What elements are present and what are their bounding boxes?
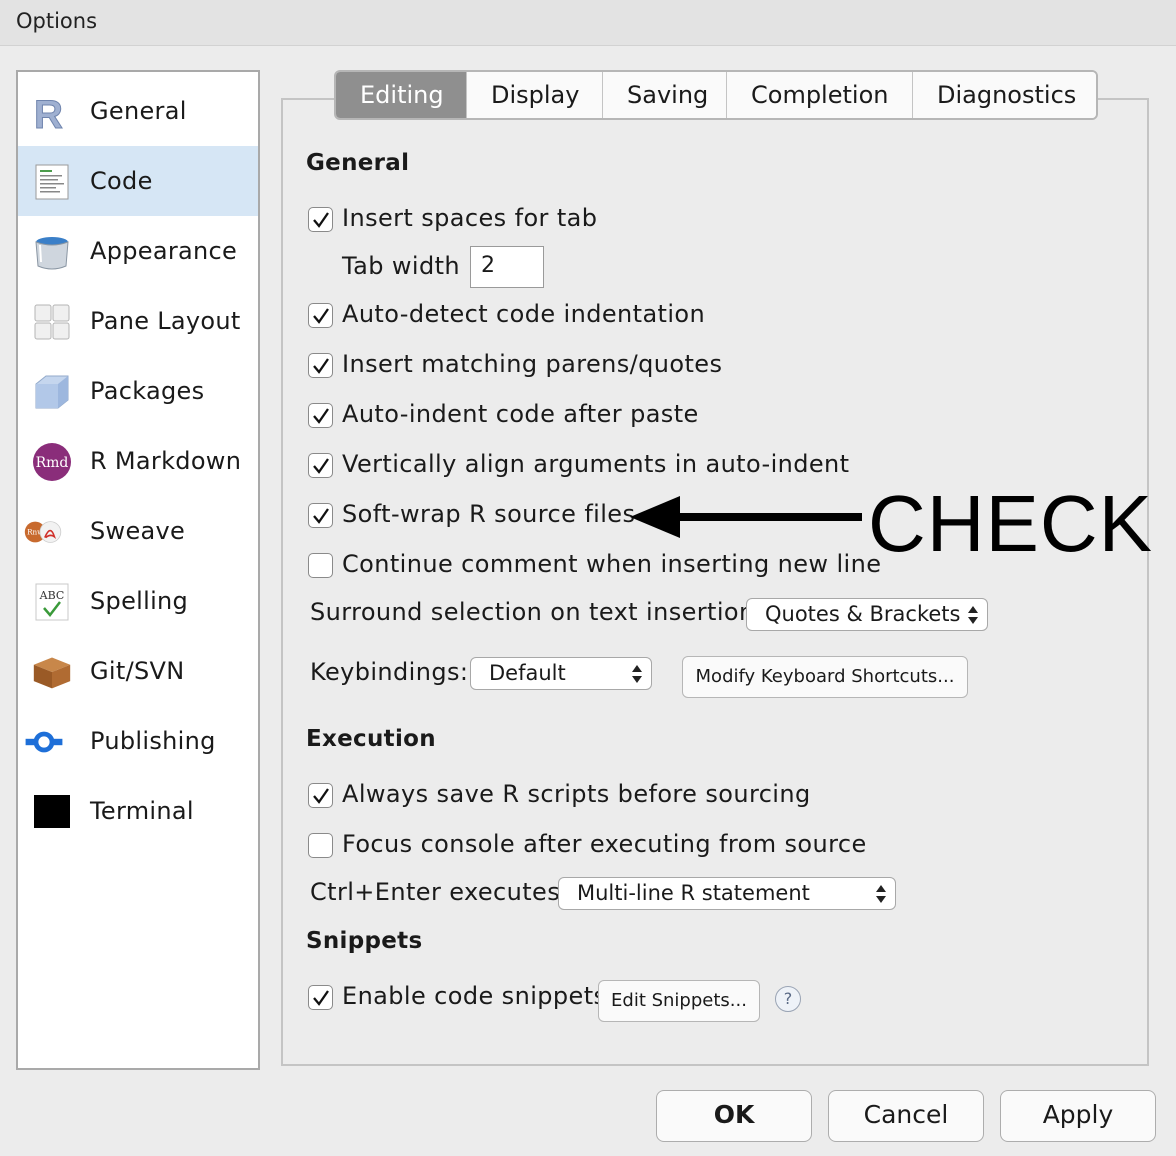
- checkmark-icon: [313, 508, 329, 524]
- settings-panel: [281, 98, 1149, 1066]
- annotation-check-text: CHECK: [868, 479, 1154, 568]
- spellcheck-icon: ABC: [35, 583, 69, 621]
- checkbox-label: Soft-wrap R source files: [342, 500, 636, 528]
- tab-completion[interactable]: Completion: [726, 72, 912, 118]
- section-heading-snippets: Snippets: [306, 928, 423, 954]
- checkbox-label: Vertically align arguments in auto-inden…: [342, 450, 850, 478]
- checkmark-icon: [313, 408, 329, 424]
- checkbox[interactable]: [308, 353, 333, 378]
- checkbox[interactable]: [308, 207, 333, 232]
- sidebar-item-appearance[interactable]: Appearance: [18, 216, 258, 286]
- checkbox-label: Continue comment when inserting new line: [342, 550, 882, 578]
- sidebar-item-terminal[interactable]: Terminal: [18, 776, 258, 846]
- checkbox-label: Enable code snippets: [342, 982, 607, 1010]
- sidebar-item-git-svn[interactable]: Git/SVN: [18, 636, 258, 706]
- r-logo-icon: R: [34, 93, 64, 133]
- modify-keyboard-shortcuts-button[interactable]: Modify Keyboard Shortcuts...: [682, 656, 968, 698]
- ok-button[interactable]: OK: [656, 1090, 812, 1142]
- svg-text:R: R: [34, 93, 63, 132]
- sidebar-item-pane-layout[interactable]: Pane Layout: [18, 286, 258, 356]
- checkbox[interactable]: [308, 833, 333, 858]
- help-icon[interactable]: ?: [775, 986, 801, 1012]
- tab-display[interactable]: Display: [466, 72, 602, 118]
- checkbox[interactable]: [308, 303, 333, 328]
- git-box-icon: [33, 657, 71, 689]
- sidebar-item-r-markdown[interactable]: Rmd R Markdown: [18, 426, 258, 496]
- sidebar-item-label: Sweave: [90, 517, 186, 545]
- checkbox-label: Auto-detect code indentation: [342, 300, 706, 328]
- section-heading-general: General: [306, 150, 410, 176]
- tab-width-label: Tab width: [342, 252, 461, 280]
- package-cube-icon: [35, 375, 69, 409]
- sidebar-item-label: Spelling: [90, 587, 189, 615]
- checkmark-icon: [313, 788, 329, 804]
- rmd-icon: Rmd: [33, 443, 71, 481]
- sidebar-item-general[interactable]: R General: [18, 76, 258, 146]
- options-sidebar: R General Code Appearance Pane Layout Pa…: [16, 70, 260, 1070]
- tab-diagnostics[interactable]: Diagnostics: [912, 72, 1096, 118]
- select-arrows-icon: [632, 665, 642, 683]
- sweave-pdf-icon: Rnw: [24, 521, 62, 543]
- terminal-icon: [34, 795, 70, 828]
- title-bar: Options: [0, 0, 1176, 46]
- checkmark-icon: [313, 358, 329, 374]
- checkbox[interactable]: [308, 783, 333, 808]
- select-arrows-icon: [968, 606, 978, 624]
- tab-saving[interactable]: Saving: [602, 72, 726, 118]
- checkbox[interactable]: [308, 985, 333, 1010]
- sidebar-item-label: Pane Layout: [90, 307, 241, 335]
- tab-width-input[interactable]: 2: [470, 246, 544, 288]
- sidebar-item-label: Terminal: [90, 797, 194, 825]
- window-title: Options: [16, 9, 98, 33]
- annotation-arrow-icon: [630, 496, 862, 538]
- checkbox-label: Insert spaces for tab: [342, 204, 598, 232]
- surround-select-value: Quotes & Brackets: [765, 602, 961, 626]
- ctrl-enter-select[interactable]: Multi-line R statement: [558, 877, 896, 910]
- svg-text:Rmd: Rmd: [36, 455, 69, 471]
- sidebar-item-publishing[interactable]: Publishing: [18, 706, 258, 776]
- checkbox-label: Always save R scripts before sourcing: [342, 780, 811, 808]
- checkbox-label: Insert matching parens/quotes: [342, 350, 723, 378]
- sidebar-item-label: R Markdown: [90, 447, 242, 475]
- keybindings-label: Keybindings:: [310, 658, 469, 686]
- sidebar-item-label: Code: [90, 167, 153, 195]
- code-file-icon: [35, 164, 69, 200]
- sidebar-item-label: Appearance: [90, 237, 238, 265]
- checkmark-icon: [313, 990, 329, 1006]
- sidebar-item-spelling[interactable]: ABC Spelling: [18, 566, 258, 636]
- keybindings-select-value: Default: [489, 661, 566, 685]
- pane-grid-icon: [34, 304, 70, 340]
- sidebar-item-packages[interactable]: Packages: [18, 356, 258, 426]
- checkbox[interactable]: [308, 453, 333, 478]
- section-heading-execution: Execution: [306, 726, 436, 752]
- keybindings-select[interactable]: Default: [470, 657, 652, 690]
- tab-editing[interactable]: Editing: [336, 72, 466, 118]
- paint-bucket-icon: [35, 237, 69, 270]
- apply-button[interactable]: Apply: [1000, 1090, 1156, 1142]
- select-arrows-icon: [876, 885, 886, 903]
- checkbox[interactable]: [308, 503, 333, 528]
- checkmark-icon: [313, 308, 329, 324]
- cancel-button[interactable]: Cancel: [828, 1090, 984, 1142]
- svg-text:ABC: ABC: [39, 589, 65, 602]
- sidebar-item-label: Packages: [90, 377, 205, 405]
- ctrl-enter-label: Ctrl+Enter executes:: [310, 878, 569, 906]
- sidebar-item-label: Git/SVN: [90, 657, 185, 685]
- surround-label: Surround selection on text insertion:: [310, 598, 764, 626]
- checkbox[interactable]: [308, 403, 333, 428]
- checkbox-label: Auto-indent code after paste: [342, 400, 699, 428]
- sidebar-item-code[interactable]: Code: [18, 146, 258, 216]
- checkmark-icon: [313, 212, 329, 228]
- sidebar-item-label: General: [90, 97, 187, 125]
- checkmark-icon: [313, 458, 329, 474]
- surround-select[interactable]: Quotes & Brackets: [746, 598, 988, 631]
- checkbox[interactable]: [308, 553, 333, 578]
- tab-bar: Editing Display Saving Completion Diagno…: [334, 70, 1098, 120]
- checkbox-label: Focus console after executing from sourc…: [342, 830, 867, 858]
- edit-snippets-button[interactable]: Edit Snippets...: [598, 980, 760, 1022]
- sidebar-item-sweave[interactable]: Rnw Sweave: [18, 496, 258, 566]
- publish-icon: [25, 731, 63, 753]
- ctrl-enter-select-value: Multi-line R statement: [577, 881, 810, 905]
- sidebar-item-label: Publishing: [90, 727, 216, 755]
